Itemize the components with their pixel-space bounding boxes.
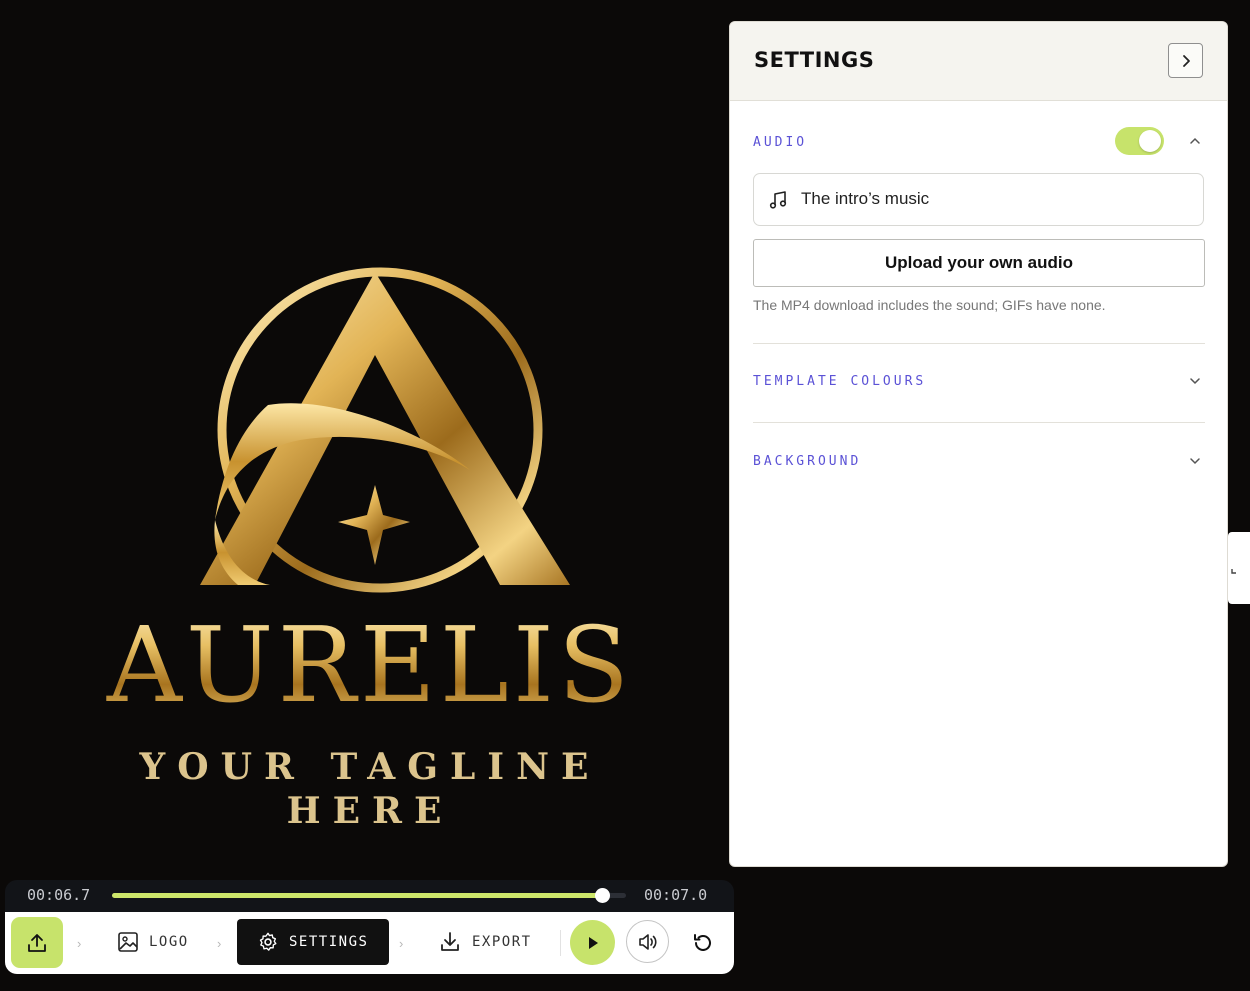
play-button[interactable]	[570, 920, 615, 965]
timeline-scrubber[interactable]	[594, 888, 610, 903]
side-panel-tab[interactable]	[1228, 532, 1250, 604]
step-export[interactable]: EXPORT	[438, 919, 532, 965]
gear-icon	[259, 932, 277, 951]
audio-hint: The MP4 download includes the sound; GIF…	[753, 297, 1106, 313]
timeline-bar: 00:06.7 00:07.0	[5, 880, 734, 912]
upload-audio-button[interactable]: Upload your own audio	[753, 239, 1205, 287]
step-settings[interactable]: SETTINGS	[237, 919, 390, 965]
collapse-panel-button[interactable]	[1168, 43, 1203, 78]
expand-icon	[1231, 569, 1236, 574]
step-settings-label: SETTINGS	[289, 934, 369, 950]
timeline-progress	[112, 893, 602, 898]
divider	[753, 422, 1205, 423]
replay-icon	[694, 934, 711, 951]
step-logo[interactable]: LOGO	[117, 919, 189, 965]
settings-header: SETTINGS	[730, 22, 1227, 101]
play-icon	[588, 936, 598, 949]
settings-panel: SETTINGS AUDIO The intro’s music Upload …	[729, 21, 1228, 867]
bottom-toolbar: › LOGO › SETTINGS › EXPORT	[5, 912, 734, 974]
chevron-down-icon[interactable]	[1188, 374, 1202, 388]
star-shape	[338, 485, 410, 565]
toggle-knob	[1139, 130, 1161, 152]
audio-section-title[interactable]: AUDIO	[753, 135, 807, 150]
image-icon	[118, 932, 138, 952]
replay-button[interactable]	[688, 928, 718, 958]
music-note-icon	[769, 191, 787, 209]
download-icon	[441, 932, 459, 951]
chevron-up-icon[interactable]	[1188, 134, 1202, 148]
divider	[560, 930, 561, 956]
audio-toggle[interactable]	[1115, 127, 1164, 155]
current-time: 00:06.7	[27, 886, 91, 904]
step-logo-label: LOGO	[149, 934, 189, 950]
divider	[753, 343, 1205, 344]
audio-track-name: The intro’s music	[801, 189, 930, 208]
background-section-title[interactable]: BACKGROUND	[753, 454, 861, 469]
settings-title: SETTINGS	[754, 48, 875, 72]
chevron-right-icon: ›	[77, 936, 82, 951]
chevron-right-icon: ›	[217, 936, 222, 951]
logo-preview-canvas: AURELIS YOUR TAGLINE HERE	[0, 0, 728, 880]
chevron-down-icon[interactable]	[1188, 454, 1202, 468]
volume-button[interactable]	[626, 920, 669, 963]
speaker-icon	[638, 933, 657, 950]
template-colours-section-title[interactable]: TEMPLATE COLOURS	[753, 374, 926, 389]
chevron-right-icon	[1182, 54, 1190, 67]
chevron-right-icon: ›	[399, 936, 404, 951]
total-time: 00:07.0	[644, 886, 708, 904]
audio-track-option[interactable]: The intro’s music	[753, 173, 1204, 226]
step-export-label: EXPORT	[472, 934, 532, 950]
upload-icon	[28, 933, 46, 952]
brand-name: AURELIS	[70, 600, 670, 730]
brand-tagline: YOUR TAGLINE HERE	[139, 746, 601, 832]
upload-button[interactable]	[11, 917, 63, 968]
timeline-track[interactable]	[112, 888, 626, 903]
